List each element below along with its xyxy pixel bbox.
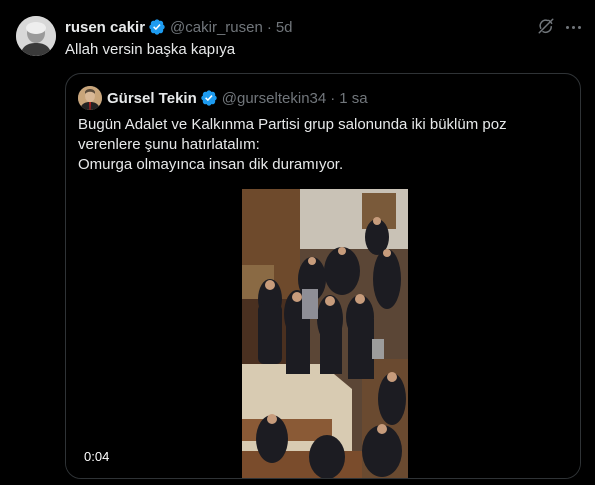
- quoted-author-handle[interactable]: @gurseltekin34: [222, 90, 326, 107]
- more-icon[interactable]: [566, 26, 582, 30]
- more-dot: [566, 26, 569, 29]
- more-dot: [572, 26, 575, 29]
- author-name[interactable]: rusen cakir: [65, 19, 145, 36]
- separator: ·: [330, 89, 336, 107]
- quoted-text-line: Bugün Adalet ve Kalkınma Partisi grup sa…: [78, 116, 507, 133]
- quoted-author-name[interactable]: Gürsel Tekin: [107, 90, 197, 107]
- quoted-tweet-header: Gürsel Tekin @gurseltekin34 · 1 sa: [107, 88, 368, 108]
- video-thumbnail[interactable]: [242, 189, 408, 478]
- tweet-header: rusen cakir @cakir_rusen · 5d: [65, 17, 293, 37]
- author-avatar[interactable]: [16, 16, 56, 56]
- quoted-text-line: Omurga olmayınca insan dik duramıyor.: [78, 156, 344, 173]
- author-handle[interactable]: @cakir_rusen: [170, 19, 263, 36]
- quoted-text-line: verenlere şunu hatırlatalım:: [78, 136, 260, 153]
- quoted-tweet-text: Bugün Adalet ve Kalkınma Partisi grup sa…: [78, 115, 548, 175]
- verified-badge-icon: [149, 19, 165, 35]
- video-duration: 0:04: [84, 449, 110, 464]
- tweet-text: Allah versin başka kapıya: [65, 41, 236, 58]
- verified-badge-icon: [201, 90, 217, 106]
- grok-icon[interactable]: [537, 17, 555, 35]
- quoted-tweet[interactable]: Gürsel Tekin @gurseltekin34 · 1 sa Bugün…: [65, 73, 581, 479]
- more-dot: [578, 26, 581, 29]
- quoted-author-avatar[interactable]: [78, 86, 102, 110]
- tweet[interactable]: rusen cakir @cakir_rusen · 5d Allah vers…: [0, 0, 595, 485]
- separator: ·: [266, 18, 272, 36]
- quoted-tweet-time[interactable]: 1 sa: [339, 90, 367, 107]
- tweet-time[interactable]: 5d: [276, 19, 293, 36]
- video-player[interactable]: 0:04: [66, 178, 580, 478]
